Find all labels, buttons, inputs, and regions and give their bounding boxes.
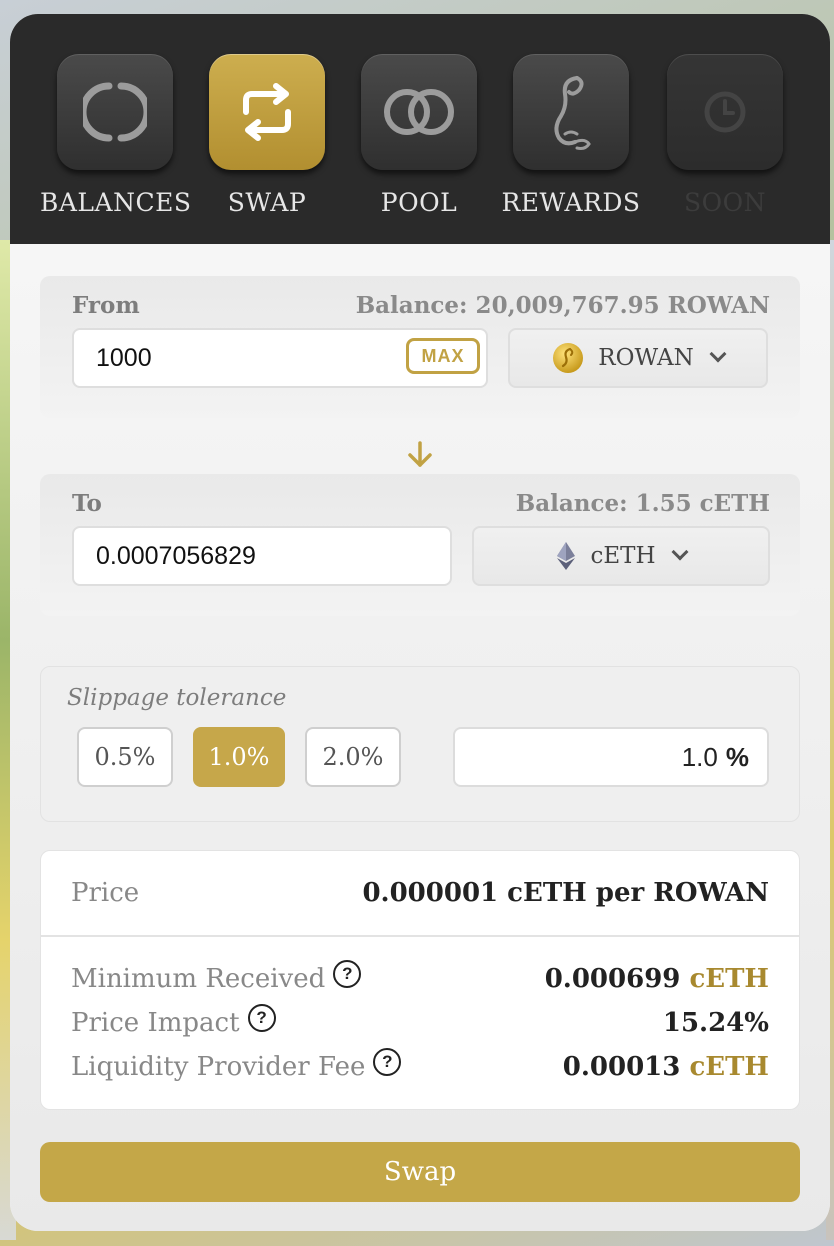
swap-button[interactable]: Swap bbox=[40, 1142, 800, 1202]
to-label: To bbox=[72, 490, 102, 517]
nav-label-rewards: REWARDS bbox=[501, 188, 641, 217]
scroll-icon bbox=[554, 76, 591, 150]
nav-label-balances: BALANCES bbox=[40, 188, 192, 217]
swap-nav-button[interactable] bbox=[209, 54, 325, 170]
nav-label-pool: POOL bbox=[380, 188, 458, 217]
lp-fee-row: Liquidity Provider Fee ? 0.00013 cETH bbox=[71, 1047, 769, 1087]
nav-rewards[interactable]: REWARDS bbox=[496, 54, 646, 217]
to-token-select[interactable]: cETH bbox=[472, 526, 770, 586]
to-amount-value: 0.0007056829 bbox=[96, 541, 256, 570]
circle-brackets-icon bbox=[83, 82, 147, 142]
slippage-option-2-0[interactable]: 2.0% bbox=[305, 727, 401, 787]
to-amount-input[interactable]: 0.0007056829 bbox=[72, 526, 452, 586]
max-button[interactable]: MAX bbox=[406, 338, 480, 374]
custom-slippage-unit: % bbox=[725, 741, 749, 772]
help-icon[interactable]: ? bbox=[373, 1048, 402, 1076]
slippage-label: Slippage tolerance bbox=[67, 685, 287, 711]
min-received-value: 0.000699 bbox=[544, 964, 681, 994]
divider bbox=[41, 935, 799, 937]
nav-balances[interactable]: BALANCES bbox=[40, 54, 192, 217]
price-impact-value: 15.24% bbox=[662, 1008, 769, 1038]
price-impact-label: Price Impact bbox=[71, 1008, 240, 1038]
from-token-label: ROWAN bbox=[598, 345, 694, 371]
slippage-panel: Slippage tolerance 0.5% 1.0% 2.0% 1.0 % bbox=[40, 666, 800, 822]
nav-label-swap: SWAP bbox=[227, 188, 307, 217]
pool-button[interactable] bbox=[361, 54, 477, 170]
to-panel: To Balance: 1.55 cETH 0.0007056829 cETH bbox=[40, 474, 800, 616]
min-received-label: Minimum Received bbox=[71, 964, 326, 994]
to-token-label: cETH bbox=[590, 543, 656, 569]
from-amount-value: 1000 bbox=[96, 343, 152, 372]
min-received-row: Minimum Received ? 0.000699 cETH bbox=[71, 959, 769, 999]
nav-soon: SOON bbox=[650, 54, 800, 217]
app-card: BALANCES SWAP POOL REWARDS SOON From Bal… bbox=[10, 14, 830, 1231]
help-icon[interactable]: ? bbox=[333, 960, 362, 988]
clock-icon bbox=[704, 91, 746, 133]
top-nav: BALANCES SWAP POOL REWARDS SOON bbox=[10, 14, 830, 244]
from-balance: Balance: 20,009,767.95 ROWAN bbox=[355, 292, 770, 319]
eth-token-icon bbox=[557, 542, 576, 570]
swap-arrows-icon bbox=[243, 83, 291, 141]
swap-form: From Balance: 20,009,767.95 ROWAN 1000 M… bbox=[10, 244, 830, 1231]
chevron-down-icon bbox=[709, 345, 727, 363]
custom-slippage-input[interactable]: 1.0 % bbox=[453, 727, 769, 787]
overlapping-circles-icon bbox=[384, 89, 454, 135]
nav-pool[interactable]: POOL bbox=[344, 54, 494, 217]
to-balance: Balance: 1.55 cETH bbox=[515, 490, 770, 517]
nav-swap[interactable]: SWAP bbox=[192, 54, 342, 217]
lp-fee-label: Liquidity Provider Fee bbox=[71, 1052, 366, 1082]
rowan-token-icon bbox=[553, 343, 584, 373]
lp-fee-value: 0.00013 bbox=[562, 1052, 681, 1082]
help-icon[interactable]: ? bbox=[247, 1004, 276, 1032]
chevron-down-icon bbox=[671, 543, 689, 561]
from-label: From bbox=[72, 292, 140, 319]
nav-label-soon: SOON bbox=[684, 188, 766, 217]
slippage-option-1-0[interactable]: 1.0% bbox=[193, 727, 285, 787]
soon-button bbox=[667, 54, 783, 170]
slippage-option-0-5[interactable]: 0.5% bbox=[77, 727, 173, 787]
custom-slippage-value: 1.0 bbox=[681, 741, 718, 772]
from-amount-input[interactable]: 1000 MAX bbox=[72, 328, 488, 388]
from-token-select[interactable]: ROWAN bbox=[508, 328, 768, 388]
min-received-unit: cETH bbox=[689, 964, 769, 994]
price-value: 0.000001 cETH per ROWAN bbox=[362, 878, 769, 908]
arrow-down-icon bbox=[408, 441, 432, 467]
price-row: Price 0.000001 cETH per ROWAN bbox=[71, 873, 769, 913]
from-panel: From Balance: 20,009,767.95 ROWAN 1000 M… bbox=[40, 276, 800, 418]
price-impact-row: Price Impact ? 15.24% bbox=[71, 1003, 769, 1043]
price-label: Price bbox=[71, 878, 140, 908]
rewards-button[interactable] bbox=[513, 54, 629, 170]
balances-button[interactable] bbox=[57, 54, 173, 170]
swap-details: Price 0.000001 cETH per ROWAN Minimum Re… bbox=[40, 850, 800, 1110]
lp-fee-unit: cETH bbox=[689, 1052, 769, 1082]
